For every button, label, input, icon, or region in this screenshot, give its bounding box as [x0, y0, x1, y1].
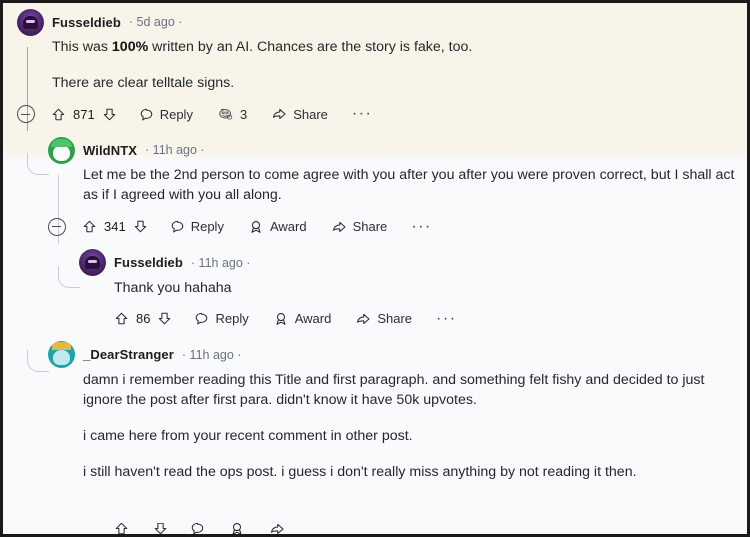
- comment-bubble-icon: [139, 107, 154, 122]
- comment-actions: 341 Reply Award Share ···: [48, 210, 747, 244]
- downvote-icon[interactable]: [153, 523, 168, 534]
- comment-author[interactable]: _DearStranger: [83, 347, 174, 362]
- comment-c4: _DearStranger · 11h ago · damn i remembe…: [3, 336, 747, 483]
- avatar[interactable]: [79, 249, 106, 277]
- share-button[interactable]: Share: [271, 106, 328, 122]
- comment-c2: WildNTX · 11h ago · Let me be the 2nd pe…: [3, 131, 747, 244]
- comment-paragraph: i came here from your recent comment in …: [83, 428, 413, 445]
- reddit-comment-thread-screenshot: Fusseldieb · 5d ago · This was 100% writ…: [0, 0, 750, 537]
- comment-c3: Fusseldieb · 11h ago · Thank you hahaha …: [3, 244, 747, 336]
- comment-body: damn i remember reading this Title and f…: [48, 370, 747, 483]
- more-options-button[interactable]: ···: [352, 106, 372, 122]
- comment-author[interactable]: WildNTX: [83, 143, 137, 158]
- share-icon: [269, 523, 285, 534]
- comment-paragraph: This was 100% written by an AI. Chances …: [52, 37, 747, 57]
- share-icon: [355, 311, 371, 327]
- reply-button[interactable]: Reply: [170, 219, 224, 234]
- share-icon: [331, 219, 347, 235]
- upvote-icon[interactable]: [114, 311, 129, 326]
- text-run: This was: [52, 39, 112, 55]
- reply-button[interactable]: Reply: [194, 311, 249, 327]
- comment-header: Fusseldieb · 5d ago ·: [17, 3, 747, 37]
- share-label: Share: [377, 311, 413, 327]
- upvote-icon[interactable]: [82, 219, 97, 234]
- comment-paragraph: damn i remember reading this Title and f…: [83, 371, 705, 408]
- avatar[interactable]: [17, 8, 44, 36]
- share-icon: [271, 106, 287, 122]
- award-icon: [248, 219, 264, 235]
- collapse-button[interactable]: [48, 217, 66, 236]
- comment-header: WildNTX · 11h ago ·: [48, 131, 747, 165]
- share-label: Share: [352, 219, 388, 235]
- comment-body: This was 100% written by an AI. Chances …: [17, 37, 747, 93]
- reply-button[interactable]: Reply: [139, 107, 193, 122]
- vote-group: 86: [114, 311, 172, 326]
- downvote-icon[interactable]: [157, 311, 172, 326]
- more-options-button[interactable]: ···: [436, 310, 456, 326]
- comment-timestamp: · 11h ago ·: [145, 143, 205, 158]
- comment-c1: Fusseldieb · 5d ago · This was 100% writ…: [3, 3, 747, 132]
- award-label: Award: [294, 311, 332, 327]
- award-count: 3: [239, 106, 248, 122]
- award-button[interactable]: Award: [248, 219, 307, 235]
- award-label: Award: [269, 219, 307, 235]
- reply-label: Reply: [190, 219, 224, 235]
- comment-body: Let me be the 2nd person to come agree w…: [48, 165, 747, 205]
- comment-actions-partial: [114, 523, 747, 534]
- share-button[interactable]: [269, 523, 285, 534]
- text-run-bold: 100%: [111, 39, 149, 55]
- comment-author[interactable]: Fusseldieb: [52, 15, 121, 30]
- more-options-button[interactable]: ···: [411, 218, 431, 234]
- share-label: Share: [293, 106, 328, 122]
- share-button[interactable]: Share: [355, 311, 412, 327]
- award-icon: [273, 311, 289, 327]
- upvote-icon[interactable]: [51, 107, 66, 122]
- award-button[interactable]: Award: [273, 311, 332, 327]
- comment-header: _DearStranger · 11h ago ·: [48, 336, 747, 370]
- avatar[interactable]: [48, 136, 75, 164]
- reply-label: Reply: [159, 106, 193, 122]
- vote-score: 871: [73, 106, 95, 122]
- downvote-icon[interactable]: [133, 219, 148, 234]
- comment-author[interactable]: Fusseldieb: [114, 255, 183, 270]
- award-icon: [217, 106, 234, 123]
- comment-thread: Fusseldieb · 5d ago · This was 100% writ…: [3, 3, 747, 482]
- comment-paragraph: Let me be the 2nd person to come agree w…: [83, 167, 735, 204]
- vote-score: 86: [136, 311, 151, 327]
- comment-bubble-icon: [190, 523, 205, 534]
- comment-timestamp: · 5d ago ·: [128, 15, 183, 29]
- collapse-button[interactable]: [17, 105, 35, 124]
- vote-group: 871: [51, 107, 117, 122]
- avatar[interactable]: [48, 341, 75, 369]
- comment-timestamp: · 11h ago ·: [190, 255, 251, 270]
- comment-actions: 86 Reply Award Share ···: [79, 302, 747, 336]
- vote-score: 341: [104, 219, 126, 235]
- thread-connector: [27, 153, 49, 176]
- downvote-icon[interactable]: [102, 107, 117, 122]
- vote-group: [114, 523, 168, 534]
- vote-group: 341: [82, 219, 148, 234]
- comment-timestamp: · 11h ago ·: [181, 347, 242, 362]
- comment-bubble-icon: [170, 219, 185, 234]
- upvote-icon[interactable]: [114, 523, 129, 534]
- comment-paragraph: There are clear telltale signs.: [52, 75, 235, 92]
- reply-label: Reply: [215, 311, 249, 327]
- awards-indicator[interactable]: 3: [217, 106, 247, 123]
- comment-bubble-icon: [194, 311, 209, 326]
- award-button[interactable]: [229, 523, 245, 534]
- cut-off-comment-actions: [3, 523, 747, 534]
- comment-paragraph: i still haven't read the ops post. i gue…: [83, 464, 637, 481]
- comment-header: Fusseldieb · 11h ago ·: [79, 244, 747, 278]
- comment-actions: 871 Reply 3 Share ···: [17, 97, 747, 131]
- award-icon: [229, 523, 245, 534]
- text-run: written by an AI. Chances are the story …: [148, 39, 473, 55]
- thread-connector: [58, 265, 80, 288]
- thread-connector: [27, 349, 49, 372]
- share-button[interactable]: Share: [331, 219, 388, 235]
- comment-paragraph: Thank you hahaha: [114, 279, 232, 296]
- comment-body: Thank you hahaha: [79, 278, 747, 298]
- reply-button[interactable]: [190, 523, 205, 534]
